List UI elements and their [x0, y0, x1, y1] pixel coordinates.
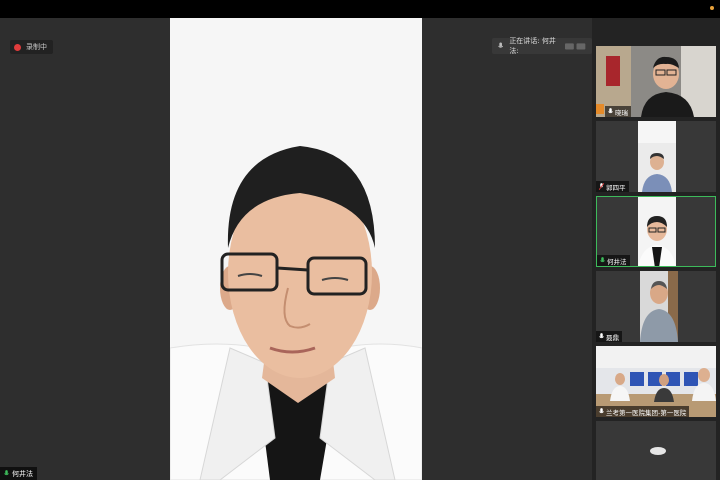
participant-tile[interactable]: 晓瑞 [596, 46, 716, 117]
microphone-icon [599, 408, 604, 414]
participant-video [640, 271, 678, 342]
participant-name: 兰考第一医院集团-第一医院 [606, 408, 687, 417]
participant-name: 晓瑞 [615, 108, 628, 117]
participant-name-tag: 晓瑞 [605, 106, 631, 117]
main-video[interactable] [170, 18, 422, 480]
participant-video [638, 121, 676, 192]
participant-name-tag: 郭四平 [596, 181, 629, 192]
participant-name: 何井法 [607, 257, 627, 266]
participant-tile[interactable]: 聂鼎 [596, 271, 716, 342]
speaking-label: 正在讲话: 何井法: [509, 37, 556, 55]
participant-video [638, 197, 676, 266]
participant-name-tag: 聂鼎 [596, 331, 622, 342]
microphone-icon [4, 470, 9, 476]
participant-video [596, 421, 716, 480]
main-video-name: 何井法 [12, 469, 33, 478]
participant-gallery: 晓瑞 郭四平 何井法 聂鼎 兰考第一医院集团-第一医院 [592, 18, 720, 480]
view-grid-icon[interactable] [564, 41, 586, 51]
record-icon [14, 43, 21, 51]
participant-name: 聂鼎 [606, 333, 619, 342]
recording-indicator[interactable]: 录制中 [10, 40, 53, 54]
participant-tile-active[interactable]: 何井法 [596, 196, 716, 267]
microphone-icon [600, 257, 605, 263]
participant-tile[interactable]: 郭四平 [596, 121, 716, 192]
top-bar [0, 0, 720, 18]
microphone-icon [599, 333, 604, 339]
participant-name-tag: 兰考第一医院集团-第一医院 [596, 406, 690, 417]
participant-tile[interactable] [596, 421, 716, 480]
recording-label: 录制中 [26, 43, 47, 51]
main-stage: 录制中 何井法 正在讲话: 何井法: [0, 18, 592, 480]
participant-name: 郭四平 [606, 183, 626, 192]
microphone-icon [608, 108, 613, 114]
speaker-video-image [170, 18, 422, 480]
status-dot [710, 6, 714, 10]
participant-name-tag: 何井法 [597, 255, 630, 266]
main-video-name-tag: 何井法 [0, 467, 37, 480]
speaking-indicator: 正在讲话: 何井法: [492, 37, 592, 55]
microphone-icon [498, 42, 504, 48]
microphone-muted-icon [599, 183, 604, 190]
participant-tile[interactable]: 兰考第一医院集团-第一医院 [596, 346, 716, 417]
